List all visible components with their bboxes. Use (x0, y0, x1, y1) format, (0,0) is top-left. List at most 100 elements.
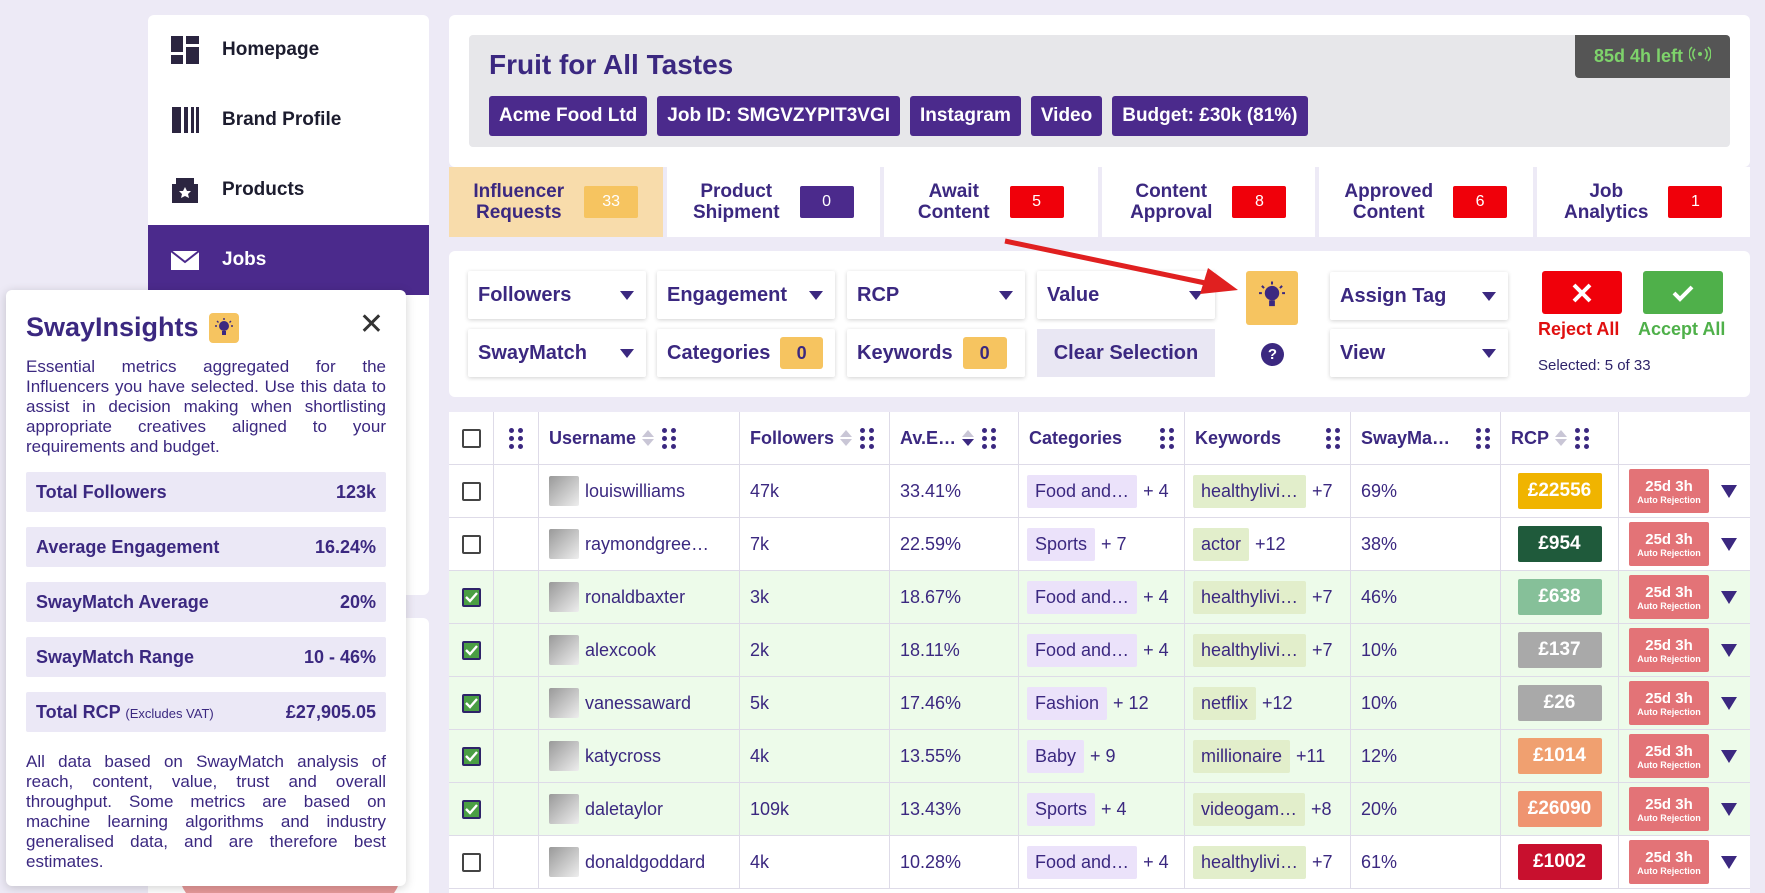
accept-all-button[interactable] (1643, 271, 1723, 314)
caret-down-icon[interactable] (1721, 749, 1737, 763)
category-more[interactable]: + 9 (1090, 746, 1116, 767)
drag-handle-icon[interactable] (662, 427, 677, 449)
keyword-tag[interactable]: millionaire (1193, 739, 1291, 773)
row-checkbox[interactable] (461, 534, 481, 554)
reject-all-button[interactable] (1542, 271, 1622, 314)
drag-handle-icon[interactable] (1326, 427, 1340, 449)
drag-handle-icon[interactable] (1476, 427, 1490, 449)
category-more[interactable]: + 4 (1143, 640, 1169, 661)
username-cell[interactable]: ronaldbaxter (539, 571, 740, 623)
caret-down-icon[interactable] (1721, 590, 1737, 604)
select-all-checkbox-cell[interactable] (449, 412, 494, 464)
category-tag[interactable]: Food and… (1027, 580, 1138, 614)
category-more[interactable]: + 4 (1143, 481, 1169, 502)
nav-jobs[interactable]: Jobs (148, 225, 429, 295)
categories-cell[interactable]: Fashion + 12 (1019, 677, 1185, 729)
table-row[interactable]: vanessaward 5k 17.46% Fashion + 12 netflix +12… (449, 677, 1750, 730)
row-checkbox-cell[interactable] (449, 730, 494, 782)
username[interactable]: katycross (585, 746, 661, 767)
categories-cell[interactable]: Baby + 9 (1019, 730, 1185, 782)
auto-rejection-badge[interactable]: 25d 3h Auto Rejection (1629, 787, 1709, 831)
row-checkbox[interactable] (461, 587, 481, 607)
category-tag[interactable]: Baby (1027, 739, 1085, 773)
clear-selection-button[interactable]: Clear Selection (1037, 329, 1215, 377)
accept-all-label[interactable]: Accept All (1638, 319, 1725, 340)
category-tag[interactable]: Food and… (1027, 845, 1138, 879)
nav-products[interactable]: Products (148, 155, 429, 225)
table-row[interactable]: alexcook 2k 18.11% Food and… + 4 healthylivi…… (449, 624, 1750, 677)
drag-handle-icon[interactable] (982, 427, 997, 449)
keyword-more[interactable]: +7 (1312, 640, 1333, 661)
username[interactable]: ronaldbaxter (585, 587, 685, 608)
categories-cell[interactable]: Food and… + 4 (1019, 465, 1185, 517)
table-row[interactable]: daletaylor 109k 13.43% Sports + 4 videogam… +8… (449, 783, 1750, 836)
keyword-tag[interactable]: healthylivi… (1193, 580, 1307, 614)
view-dropdown[interactable]: View (1330, 329, 1508, 377)
drag-handle-icon[interactable] (860, 427, 875, 449)
caret-down-icon[interactable] (1721, 643, 1737, 657)
auto-rejection-badge[interactable]: 25d 3h Auto Rejection (1629, 469, 1709, 513)
tab-await-content[interactable]: Await Content 5 (884, 167, 1098, 237)
sort-icon[interactable] (962, 430, 975, 446)
row-checkbox-cell[interactable] (449, 677, 494, 729)
auto-rejection-badge[interactable]: 25d 3h Auto Rejection (1629, 734, 1709, 778)
keywords-cell[interactable]: actor +12 (1185, 518, 1351, 570)
row-checkbox[interactable] (461, 481, 481, 501)
drag-handle-icon[interactable] (1575, 427, 1590, 449)
swaymatch-filter-dropdown[interactable]: SwayMatch (468, 329, 646, 377)
select-all-checkbox[interactable] (461, 428, 481, 448)
keyword-more[interactable]: +7 (1312, 852, 1333, 873)
caret-down-icon[interactable] (1721, 802, 1737, 816)
keyword-more[interactable]: +8 (1311, 799, 1332, 820)
tab-approved-content[interactable]: Approved Content 6 (1319, 167, 1533, 237)
table-row[interactable]: katycross 4k 13.55% Baby + 9 millionaire +11 12… (449, 730, 1750, 783)
keywords-cell[interactable]: netflix +12 (1185, 677, 1351, 729)
keyword-tag[interactable]: healthylivi… (1193, 845, 1307, 879)
keyword-more[interactable]: +12 (1262, 693, 1293, 714)
username-cell[interactable]: daletaylor (539, 783, 740, 835)
keyword-more[interactable]: +7 (1312, 587, 1333, 608)
drag-handle-icon[interactable] (1160, 427, 1174, 449)
username[interactable]: vanessaward (585, 693, 691, 714)
keyword-more[interactable]: +11 (1296, 746, 1325, 767)
category-tag[interactable]: Fashion (1027, 686, 1108, 720)
nav-homepage[interactable]: Homepage (148, 15, 429, 85)
keywords-cell[interactable]: millionaire +11 (1185, 730, 1351, 782)
column-handle[interactable] (494, 412, 539, 464)
caret-down-icon[interactable] (1721, 537, 1737, 551)
username-cell[interactable]: vanessaward (539, 677, 740, 729)
categories-cell[interactable]: Food and… + 4 (1019, 571, 1185, 623)
categories-cell[interactable]: Sports + 4 (1019, 783, 1185, 835)
username-cell[interactable]: katycross (539, 730, 740, 782)
column-header-username[interactable]: Username (539, 412, 740, 464)
auto-rejection-badge[interactable]: 25d 3h Auto Rejection (1629, 575, 1709, 619)
category-tag[interactable]: Food and… (1027, 633, 1138, 667)
keywords-cell[interactable]: videogam… +8 (1185, 783, 1351, 835)
username-cell[interactable]: raymondgree… (539, 518, 740, 570)
category-more[interactable]: + 4 (1143, 852, 1169, 873)
category-tag[interactable]: Food and… (1027, 474, 1138, 508)
category-more[interactable]: + 12 (1113, 693, 1149, 714)
reject-all-label[interactable]: Reject All (1538, 319, 1619, 340)
followers-filter-dropdown[interactable]: Followers (468, 271, 646, 319)
assign-tag-dropdown[interactable]: Assign Tag (1330, 272, 1508, 320)
categories-cell[interactable]: Food and… + 4 (1019, 624, 1185, 676)
row-checkbox-cell[interactable] (449, 465, 494, 517)
categories-filter-button[interactable]: Categories 0 (657, 329, 835, 377)
engagement-filter-dropdown[interactable]: Engagement (657, 271, 835, 319)
category-tag[interactable]: Sports (1027, 527, 1096, 561)
category-more[interactable]: + 4 (1101, 799, 1127, 820)
username[interactable]: raymondgree… (585, 534, 709, 555)
username-cell[interactable]: donaldgoddard (539, 836, 740, 888)
keywords-filter-button[interactable]: Keywords 0 (847, 329, 1025, 377)
row-checkbox-cell[interactable] (449, 624, 494, 676)
row-checkbox[interactable] (461, 693, 481, 713)
insights-toggle-button[interactable] (1246, 271, 1298, 325)
auto-rejection-badge[interactable]: 25d 3h Auto Rejection (1629, 840, 1709, 884)
keyword-more[interactable]: +7 (1312, 481, 1333, 502)
row-checkbox[interactable] (461, 799, 481, 819)
row-checkbox-cell[interactable] (449, 518, 494, 570)
tab-product-shipment[interactable]: Product Shipment 0 (666, 167, 880, 237)
column-header-keywords[interactable]: Keywords (1185, 412, 1351, 464)
row-checkbox[interactable] (461, 852, 481, 872)
